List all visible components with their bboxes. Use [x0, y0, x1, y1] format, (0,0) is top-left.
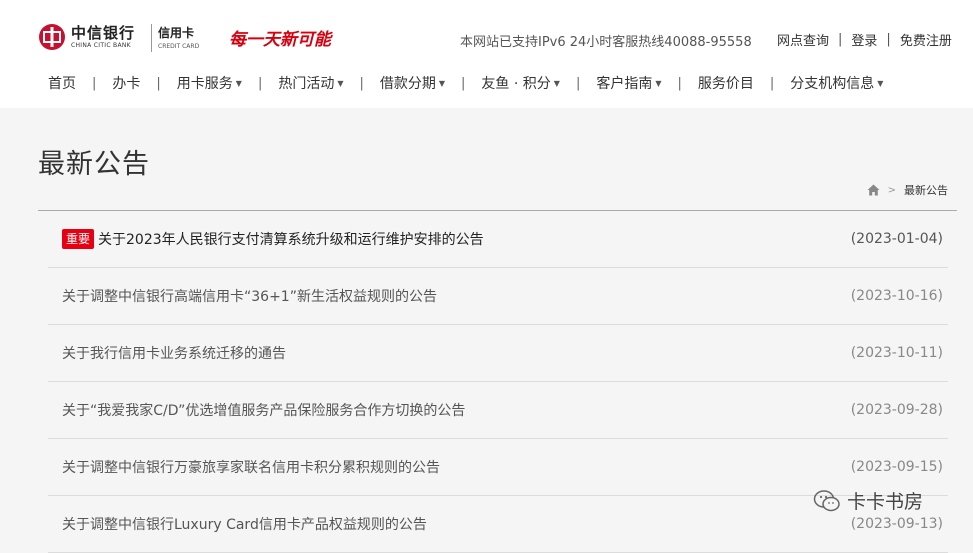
nav-separator: |: [575, 75, 581, 91]
nav-label: 客户指南: [596, 76, 653, 92]
nav-item-installments[interactable]: 借款分期 ▼: [380, 73, 445, 93]
nav-separator: |: [156, 75, 161, 91]
slogan-text: 每一天新可能: [229, 30, 331, 50]
caret-down-icon: ▼: [438, 78, 446, 88]
caret-down-icon: ▼: [337, 78, 344, 88]
main-nav: 首页 | 办卡 | 用卡服务 ▼ | 热门活动 ▼ | 借款分期 ▼ | 友鱼 · 积…: [48, 72, 883, 94]
announcement-row[interactable]: 关于我行信用卡业务系统迁移的通告 (2023-10-11): [48, 325, 948, 382]
breadcrumb: > 最新公告: [867, 182, 948, 198]
nav-item-home[interactable]: 首页: [48, 73, 76, 93]
announcement-date: (2023-10-16): [850, 288, 943, 304]
slogan-logo: 每一天新可能: [229, 16, 333, 52]
wechat-icon: [813, 489, 840, 511]
announcement-date: (2023-10-11): [850, 345, 943, 361]
caret-down-icon: ▼: [553, 78, 560, 88]
link-separator: |: [838, 32, 843, 47]
register-link[interactable]: 免费注册: [900, 30, 952, 49]
branch-search-link[interactable]: 网点查询: [777, 30, 829, 49]
nav-label: 分支机构信息: [790, 76, 875, 92]
site-header: 中信银行 CHINA CITIC BANK 信用卡 CREDIT CARD 每一…: [0, 0, 973, 108]
login-link[interactable]: 登录: [851, 30, 877, 49]
caret-down-icon: ▼: [655, 78, 662, 88]
page-title: 最新公告: [38, 149, 150, 180]
caret-down-icon: ▼: [235, 78, 242, 88]
nav-label: 用卡服务: [176, 76, 233, 92]
announcement-title[interactable]: 关于“我爱我家C/D”优选增值服务产品保险服务合作方切换的公告: [62, 400, 465, 420]
announcement-title[interactable]: 关于2023年人民银行支付清算系统升级和运行维护安排的公告: [98, 229, 484, 249]
credit-card-label-en: CREDIT CARD: [158, 43, 200, 50]
nav-item-points[interactable]: 友鱼 · 积分 ▼: [481, 73, 560, 93]
announcement-date: (2023-09-28): [850, 402, 943, 418]
nav-separator: |: [359, 75, 364, 91]
top-links: 网点查询 | 登录 | 免费注册: [777, 30, 952, 49]
watermark: 卡卡书房: [813, 487, 923, 514]
announcement-row[interactable]: 关于调整中信银行高端信用卡“36+1”新生活权益规则的公告 (2023-10-1…: [48, 268, 948, 325]
nav-label: 服务价目: [697, 76, 754, 92]
link-separator: |: [886, 32, 891, 47]
nav-separator: |: [257, 75, 263, 91]
bank-name-en: CHINA CITIC BANK: [71, 42, 131, 49]
nav-label: 友鱼 · 积分: [481, 76, 551, 92]
nav-item-apply[interactable]: 办卡: [112, 73, 140, 93]
nav-separator: |: [92, 75, 97, 91]
nav-separator: |: [769, 75, 775, 91]
hotline-text: 本网站已支持IPv6 24小时客服热线40088-95558: [460, 35, 752, 50]
breadcrumb-arrow: >: [887, 184, 896, 196]
announcement-row[interactable]: 关于“我爱我家C/D”优选增值服务产品保险服务合作方切换的公告 (2023-09…: [48, 382, 948, 439]
nav-separator: |: [677, 75, 682, 91]
announcement-title[interactable]: 关于我行信用卡业务系统迁移的通告: [62, 343, 286, 363]
credit-card-label: 信用卡: [158, 26, 195, 40]
watermark-text: 卡卡书房: [847, 491, 924, 513]
nav-item-customer-guide[interactable]: 客户指南 ▼: [596, 73, 661, 93]
home-icon[interactable]: [867, 184, 880, 196]
announcement-title[interactable]: 关于调整中信银行万豪旅享家联名信用卡积分累积规则的公告: [62, 457, 440, 477]
announcement-date: (2023-09-15): [850, 459, 943, 475]
important-badge: 重要: [62, 229, 95, 249]
logo-divider: [151, 24, 152, 52]
citic-logo-icon[interactable]: [38, 23, 66, 51]
nav-separator: |: [461, 75, 466, 91]
announcement-date: (2023-09-13): [850, 516, 943, 532]
nav-label: 办卡: [112, 76, 141, 92]
nav-label: 借款分期: [379, 76, 436, 92]
nav-item-hot-activities[interactable]: 热门活动 ▼: [278, 73, 343, 93]
announcement-title[interactable]: 关于调整中信银行Luxury Card信用卡产品权益规则的公告: [62, 514, 427, 534]
announcement-title[interactable]: 关于调整中信银行高端信用卡“36+1”新生活权益规则的公告: [62, 286, 437, 306]
breadcrumb-current: 最新公告: [904, 184, 948, 197]
bank-name[interactable]: 中信银行: [71, 22, 135, 43]
nav-label: 首页: [48, 76, 76, 92]
nav-item-card-services[interactable]: 用卡服务 ▼: [177, 73, 242, 93]
caret-down-icon: ▼: [877, 78, 884, 88]
announcement-row[interactable]: 重要 关于2023年人民银行支付清算系统升级和运行维护安排的公告 (2023-0…: [48, 211, 948, 268]
announcement-date: (2023-01-04): [850, 231, 943, 247]
nav-item-branches[interactable]: 分支机构信息 ▼: [790, 73, 883, 93]
nav-label: 热门活动: [278, 76, 335, 92]
nav-item-service-prices[interactable]: 服务价目: [698, 73, 754, 93]
